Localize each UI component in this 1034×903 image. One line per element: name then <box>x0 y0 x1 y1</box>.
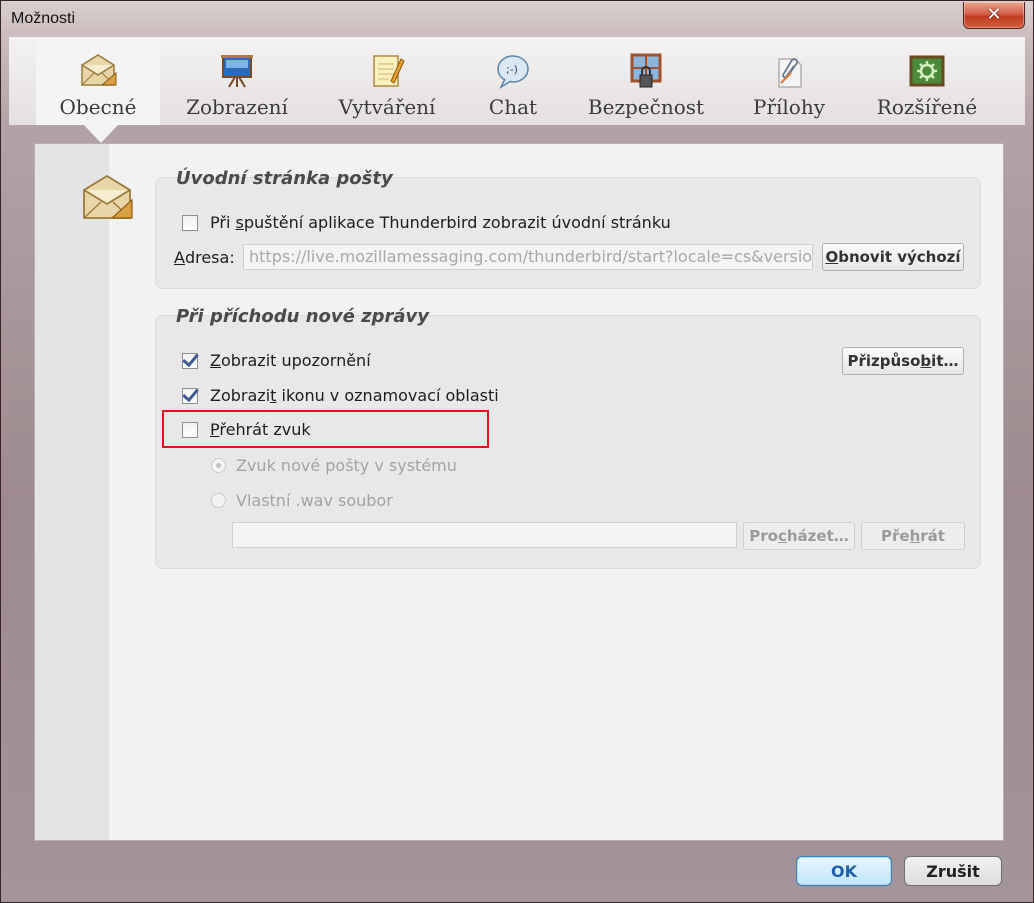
tab-display[interactable]: Zobrazení <box>181 37 293 125</box>
envelope-icon <box>83 174 133 219</box>
gear-board-icon <box>909 55 945 87</box>
show-start-page-label: Při spuštění aplikace Thunderbird zobraz… <box>210 213 671 232</box>
new-message-group-title: Při příchodu nové zprávy <box>176 306 429 327</box>
tab-display-label: Zobrazení <box>186 95 288 119</box>
browse-button[interactable]: Pro c házet… <box>743 522 855 550</box>
tab-composition[interactable]: Vytváření <box>331 37 443 125</box>
custom-wav-label: Vlastní .wav soubor <box>236 491 393 510</box>
tab-composition-label: Vytváření <box>338 95 436 119</box>
general-pane: Úvodní stránka pošty Při spuštění aplika… <box>34 143 1004 841</box>
play-button[interactable]: Pře h rát <box>861 522 965 550</box>
play-sound-highlight <box>162 410 489 448</box>
address-label: Adresa: <box>174 248 235 267</box>
show-tray-icon-row[interactable]: Zobrazit ikonu v oznamovací oblasti <box>182 386 499 405</box>
show-start-page-checkbox[interactable] <box>182 214 198 231</box>
sound-file-input[interactable] <box>232 522 737 548</box>
tab-general-label: Obecné <box>59 95 137 119</box>
close-button[interactable]: ✕ <box>963 2 1025 29</box>
restore-default-button[interactable]: Obnovit výchozí <box>822 243 964 271</box>
cancel-button[interactable]: Zrušit <box>904 856 1002 886</box>
tab-chat-label: Chat <box>488 95 538 119</box>
show-alert-checkbox[interactable] <box>182 352 198 369</box>
show-alert-row[interactable]: Zobrazit upozornění <box>182 351 371 370</box>
notepad-pencil-icon <box>373 55 405 87</box>
ok-button[interactable]: OK <box>796 856 892 886</box>
title-bar: Možnosti ✕ <box>1 1 1033 37</box>
easel-icon <box>221 55 253 88</box>
category-toolbar: Obecné Zobrazení Vytváření ;-) Chat Bezp… <box>9 37 1025 125</box>
envelope-icon <box>81 54 117 86</box>
system-sound-radio[interactable] <box>211 458 226 473</box>
tab-general[interactable]: Obecné <box>36 37 160 125</box>
customize-button[interactable]: Přizpůso b it… <box>842 347 964 375</box>
options-window: Možnosti ✕ Obecné Zobrazení Vytváření ;-… <box>0 0 1034 903</box>
show-start-page-row[interactable]: Při spuštění aplikace Thunderbird zobraz… <box>182 213 671 232</box>
tab-advanced-label: Rozšířené <box>876 95 978 119</box>
svg-text:;-): ;-) <box>506 63 518 76</box>
close-icon: ✕ <box>986 4 1002 25</box>
lock-window-icon <box>630 53 662 88</box>
custom-wav-radio[interactable] <box>211 493 226 508</box>
show-alert-label: Zobrazit upozornění <box>210 351 371 370</box>
show-tray-icon-checkbox[interactable] <box>182 387 198 404</box>
system-sound-label: Zvuk nové pošty v systému <box>236 456 457 475</box>
tab-advanced[interactable]: Rozšířené <box>871 37 983 125</box>
tab-security-label: Bezpečnost <box>587 95 705 119</box>
start-page-group-title: Úvodní stránka pošty <box>176 168 393 189</box>
window-title: Možnosti <box>11 10 76 27</box>
chat-bubble-icon: ;-) <box>497 55 529 89</box>
tab-security[interactable]: Bezpečnost <box>584 37 708 125</box>
selected-tab-pointer <box>84 125 118 143</box>
custom-wav-row[interactable]: Vlastní .wav soubor <box>211 491 393 510</box>
system-sound-row[interactable]: Zvuk nové pošty v systému <box>211 456 457 475</box>
start-page-group: Úvodní stránka pošty Při spuštění aplika… <box>155 168 981 289</box>
start-page-address-input[interactable]: https://live.mozillamessaging.com/thunde… <box>243 244 813 270</box>
tab-attachments[interactable]: Přílohy <box>743 37 835 125</box>
paperclip-icon <box>778 58 802 88</box>
tab-attachments-label: Přílohy <box>752 95 826 119</box>
pane-side-strip <box>35 144 109 840</box>
show-tray-icon-label: Zobrazit ikonu v oznamovací oblasti <box>210 386 499 405</box>
tab-chat[interactable]: ;-) Chat <box>479 37 547 125</box>
